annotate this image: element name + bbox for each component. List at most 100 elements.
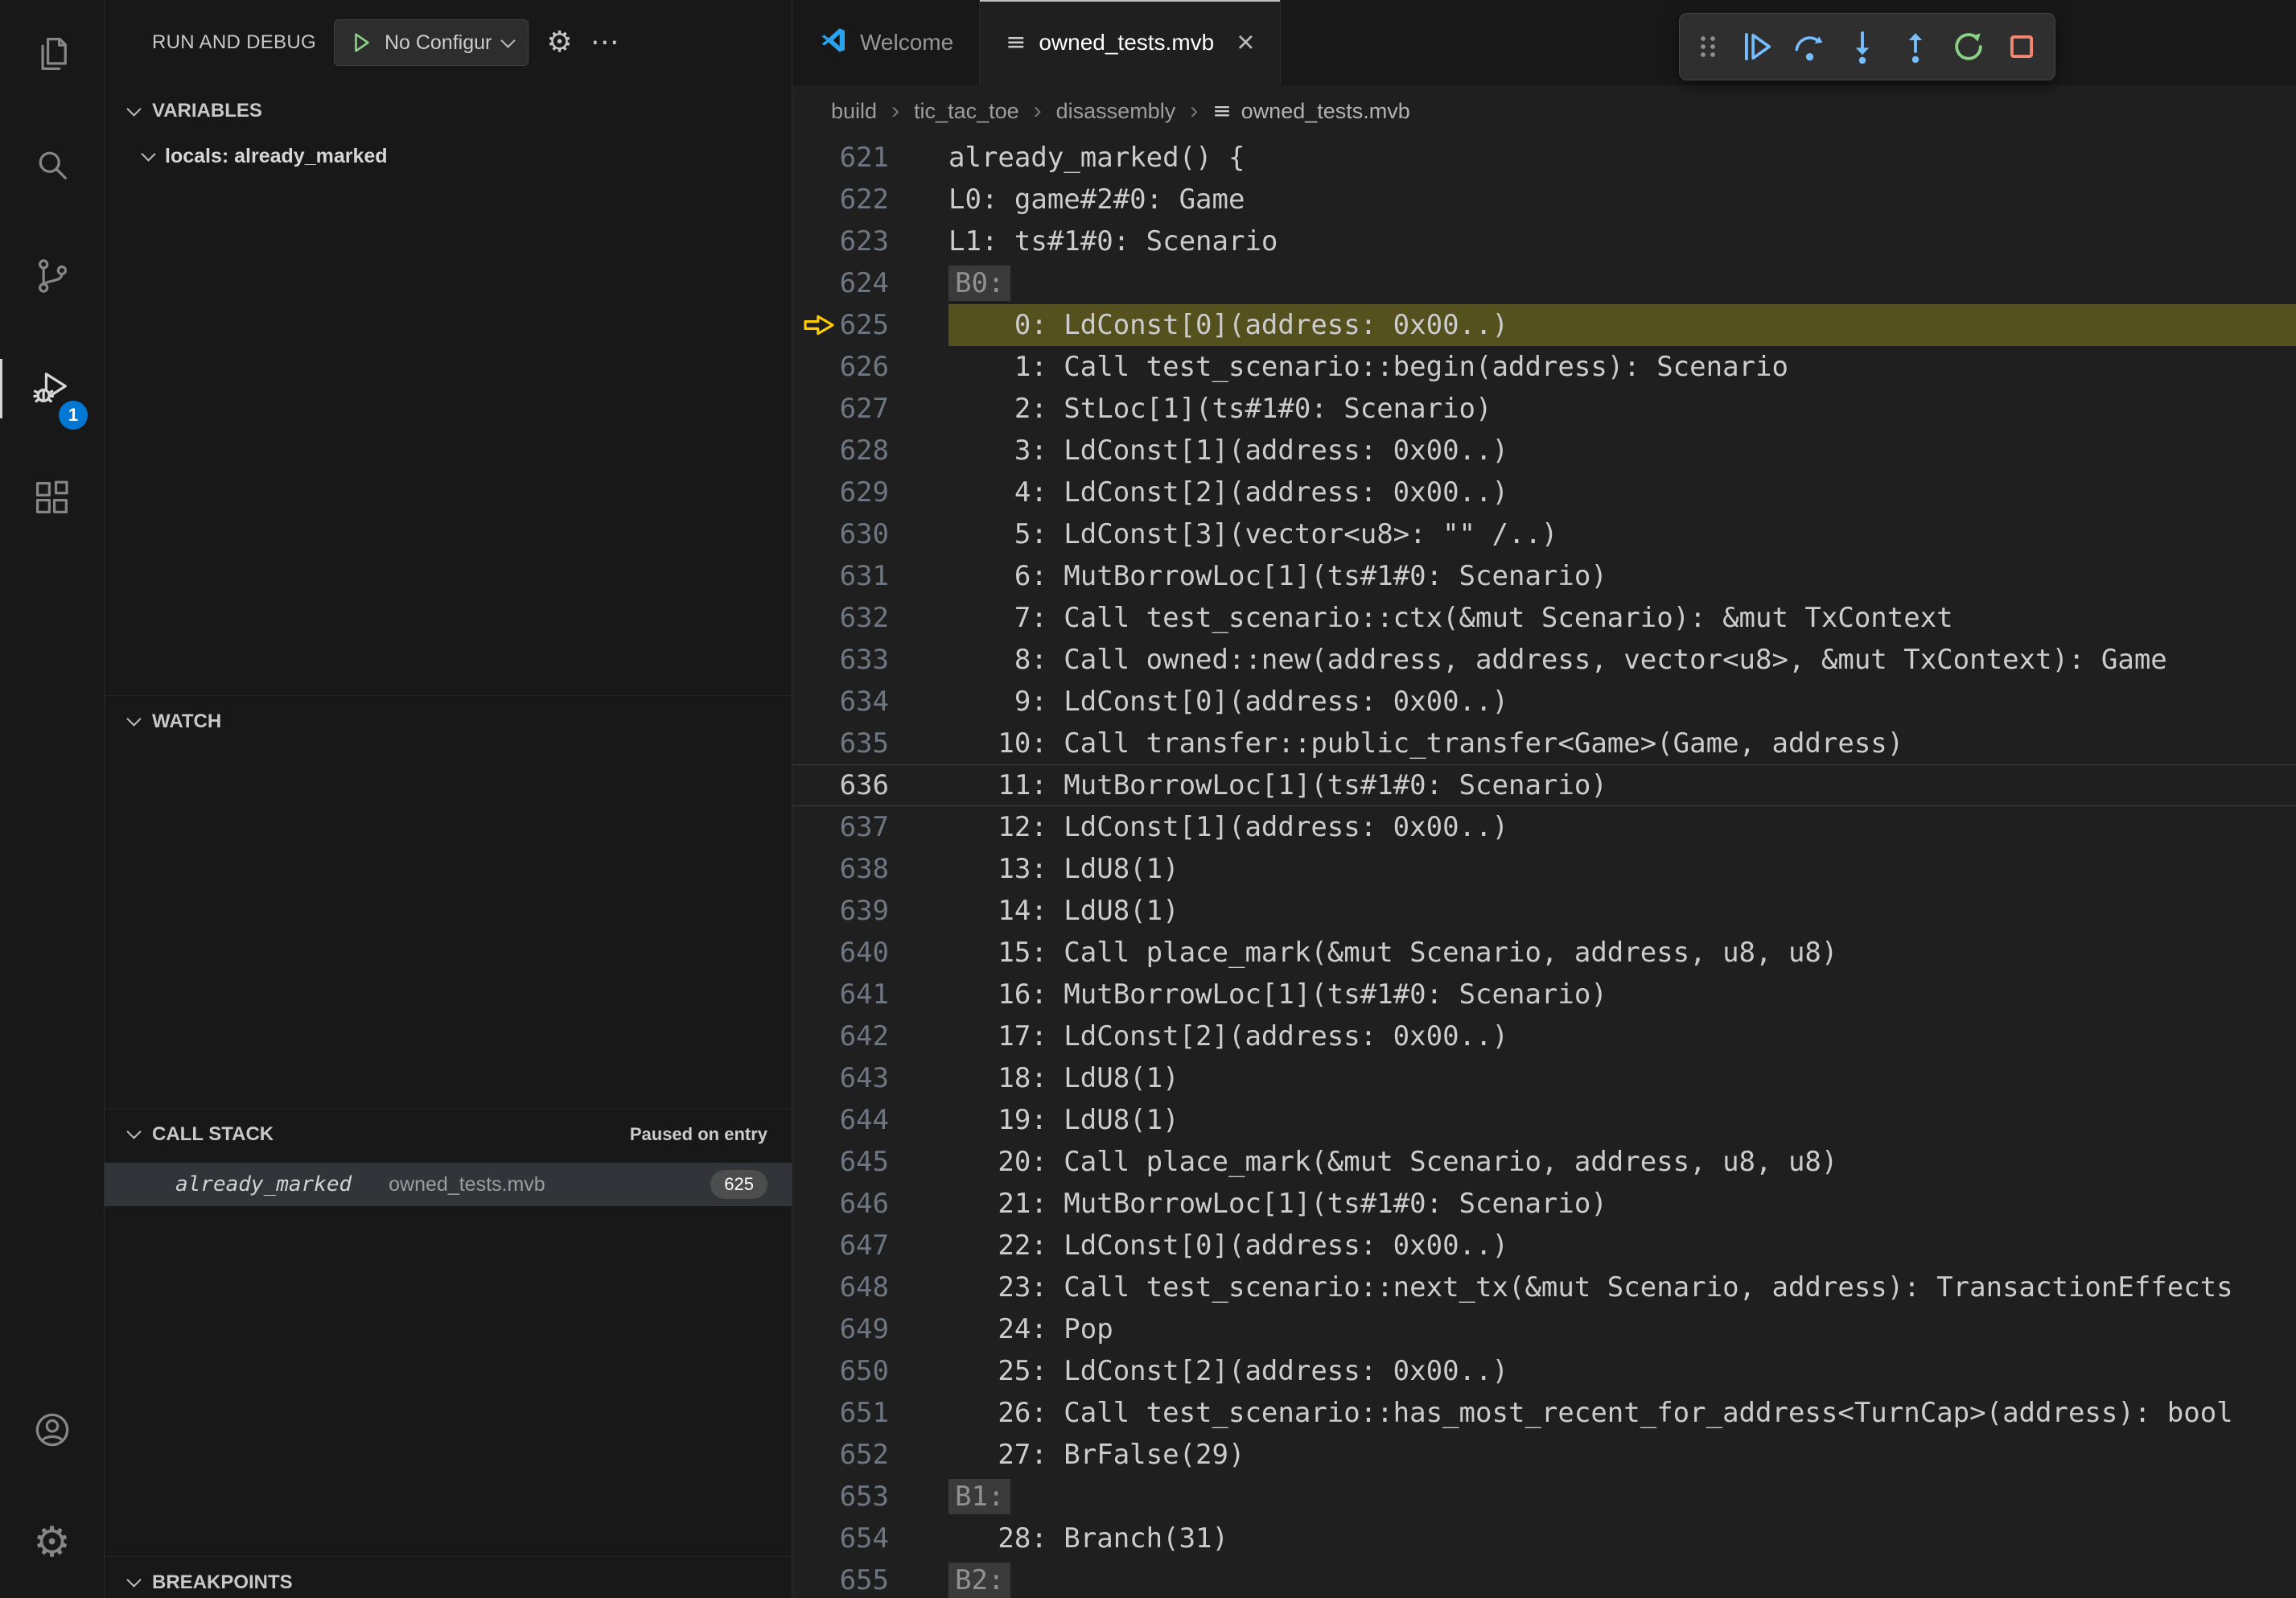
launch-config-dropdown[interactable]: No Configur [334,19,529,66]
code-line[interactable]: 646 21: MutBorrowLoc[1](ts#1#0: Scenario… [792,1183,2296,1225]
code-line[interactable]: 640 15: Call place_mark(&mut Scenario, a… [792,932,2296,974]
line-number[interactable]: 637 [792,806,889,848]
code-line[interactable]: 649 24: Pop [792,1308,2296,1350]
activity-explorer[interactable] [0,0,104,111]
code-line[interactable]: 641 16: MutBorrowLoc[1](ts#1#0: Scenario… [792,974,2296,1015]
line-content[interactable]: 14: LdU8(1) [948,890,2296,932]
code-line[interactable]: 645 20: Call place_mark(&mut Scenario, a… [792,1141,2296,1183]
debug-step-over-button[interactable] [1784,22,1834,72]
line-number[interactable]: 636 [792,764,889,806]
line-content[interactable]: L1: ts#1#0: Scenario [948,220,2296,262]
line-content[interactable]: 22: LdConst[0](address: 0x00..) [948,1225,2296,1266]
debug-step-out-button[interactable] [1891,22,1940,72]
line-content[interactable]: B2: [948,1559,2296,1598]
tab-owned-tests[interactable]: ≡ owned_tests.mvb × [980,0,1281,85]
code-line[interactable]: 644 19: LdU8(1) [792,1099,2296,1141]
line-content[interactable]: 2: StLoc[1](ts#1#0: Scenario) [948,388,2296,430]
line-number[interactable]: 624 [792,262,889,304]
line-content[interactable]: 21: MutBorrowLoc[1](ts#1#0: Scenario) [948,1183,2296,1225]
code-line[interactable]: 651 26: Call test_scenario::has_most_rec… [792,1392,2296,1434]
line-content[interactable]: L0: game#2#0: Game [948,179,2296,220]
line-number[interactable]: 641 [792,974,889,1015]
line-number[interactable]: 645 [792,1141,889,1183]
code-line[interactable]: 635 10: Call transfer::public_transfer<G… [792,723,2296,764]
debug-step-into-button[interactable] [1837,22,1887,72]
line-content[interactable]: B0: [948,262,2296,304]
line-number[interactable]: 629 [792,472,889,513]
line-number[interactable]: 648 [792,1266,889,1308]
line-content[interactable]: 6: MutBorrowLoc[1](ts#1#0: Scenario) [948,555,2296,597]
line-number[interactable]: 644 [792,1099,889,1141]
line-content[interactable]: 5: LdConst[3](vector<u8>: "" /..) [948,513,2296,555]
line-number[interactable]: 640 [792,932,889,974]
code-line[interactable]: 630 5: LdConst[3](vector<u8>: "" /..) [792,513,2296,555]
stack-frame-row[interactable]: already_marked owned_tests.mvb 625 [105,1163,792,1206]
line-content[interactable]: 28: Branch(31) [948,1518,2296,1559]
line-number[interactable]: 621 [792,137,889,179]
line-number[interactable]: 631 [792,555,889,597]
line-number[interactable]: 651 [792,1392,889,1434]
debug-stop-button[interactable] [1997,22,2047,72]
code-line[interactable]: 624 B0: [792,262,2296,304]
code-line[interactable]: 627 2: StLoc[1](ts#1#0: Scenario) [792,388,2296,430]
line-number[interactable]: 654 [792,1518,889,1559]
code-line[interactable]: 653B1: [792,1476,2296,1518]
debug-settings-gear-icon[interactable]: ⚙ [546,28,572,57]
line-content[interactable]: 26: Call test_scenario::has_most_recent_… [948,1392,2296,1434]
code-line[interactable]: 639 14: LdU8(1) [792,890,2296,932]
line-number[interactable]: 647 [792,1225,889,1266]
code-line[interactable]: 628 3: LdConst[1](address: 0x00..) [792,430,2296,472]
line-content[interactable]: 25: LdConst[2](address: 0x00..) [948,1350,2296,1392]
activity-source-control[interactable] [0,222,104,333]
line-content[interactable]: 24: Pop [948,1308,2296,1350]
line-number[interactable]: 634 [792,681,889,723]
code-line[interactable]: 632 7: Call test_scenario::ctx(&mut Scen… [792,597,2296,639]
line-content[interactable]: 4: LdConst[2](address: 0x00..) [948,472,2296,513]
close-icon[interactable]: × [1236,27,1254,58]
line-content[interactable]: 18: LdU8(1) [948,1057,2296,1099]
line-number[interactable]: 642 [792,1015,889,1057]
line-content[interactable]: 20: Call place_mark(&mut Scenario, addre… [948,1141,2296,1183]
debug-restart-button[interactable] [1944,22,1994,72]
line-number[interactable]: 643 [792,1057,889,1099]
line-number[interactable]: 622 [792,179,889,220]
toolbar-gripper-handle[interactable] [1688,22,1728,72]
code-line[interactable]: 626 1: Call test_scenario::begin(address… [792,346,2296,388]
line-content[interactable]: 17: LdConst[2](address: 0x00..) [948,1015,2296,1057]
breadcrumb-item[interactable]: build [831,99,877,124]
debug-continue-button[interactable] [1731,22,1781,72]
line-number[interactable]: 633 [792,639,889,681]
tab-welcome[interactable]: Welcome [792,0,980,85]
activity-search[interactable] [0,111,104,222]
code-line[interactable]: 642 17: LdConst[2](address: 0x00..) [792,1015,2296,1057]
code-line[interactable]: 634 9: LdConst[0](address: 0x00..) [792,681,2296,723]
code-line[interactable]: 647 22: LdConst[0](address: 0x00..) [792,1225,2296,1266]
line-content[interactable]: already_marked() { [948,137,2296,179]
variables-scope-row[interactable]: locals: already_marked [105,137,792,175]
line-content[interactable]: 13: LdU8(1) [948,848,2296,890]
line-content[interactable]: 23: Call test_scenario::next_tx(&mut Sce… [948,1266,2296,1308]
line-content[interactable]: 10: Call transfer::public_transfer<Game>… [948,723,2296,764]
code-line[interactable]: 655B2: [792,1559,2296,1598]
line-number[interactable]: 649 [792,1308,889,1350]
code-line[interactable]: 625 0: LdConst[0](address: 0x00..) [792,304,2296,346]
line-number[interactable]: 650 [792,1350,889,1392]
line-content[interactable]: 19: LdU8(1) [948,1099,2296,1141]
code-line[interactable]: 622 L0: game#2#0: Game [792,179,2296,220]
code-line[interactable]: 631 6: MutBorrowLoc[1](ts#1#0: Scenario) [792,555,2296,597]
code-line[interactable]: 650 25: LdConst[2](address: 0x00..) [792,1350,2296,1392]
line-content[interactable]: 15: Call place_mark(&mut Scenario, addre… [948,932,2296,974]
start-debug-play-icon[interactable] [349,31,373,55]
code-line[interactable]: 643 18: LdU8(1) [792,1057,2296,1099]
code-line[interactable]: 629 4: LdConst[2](address: 0x00..) [792,472,2296,513]
line-number[interactable]: 639 [792,890,889,932]
line-number[interactable]: 635 [792,723,889,764]
breakpoints-section-header[interactable]: BREAKPOINTS [105,1556,792,1598]
line-content[interactable]: 27: BrFalse(29) [948,1434,2296,1476]
line-number[interactable]: 623 [792,220,889,262]
more-actions-icon[interactable]: ⋯ [590,28,619,57]
line-number[interactable]: 632 [792,597,889,639]
code-line[interactable]: 638 13: LdU8(1) [792,848,2296,890]
line-content[interactable]: 1: Call test_scenario::begin(address): S… [948,346,2296,388]
line-number[interactable]: 653 [792,1476,889,1518]
